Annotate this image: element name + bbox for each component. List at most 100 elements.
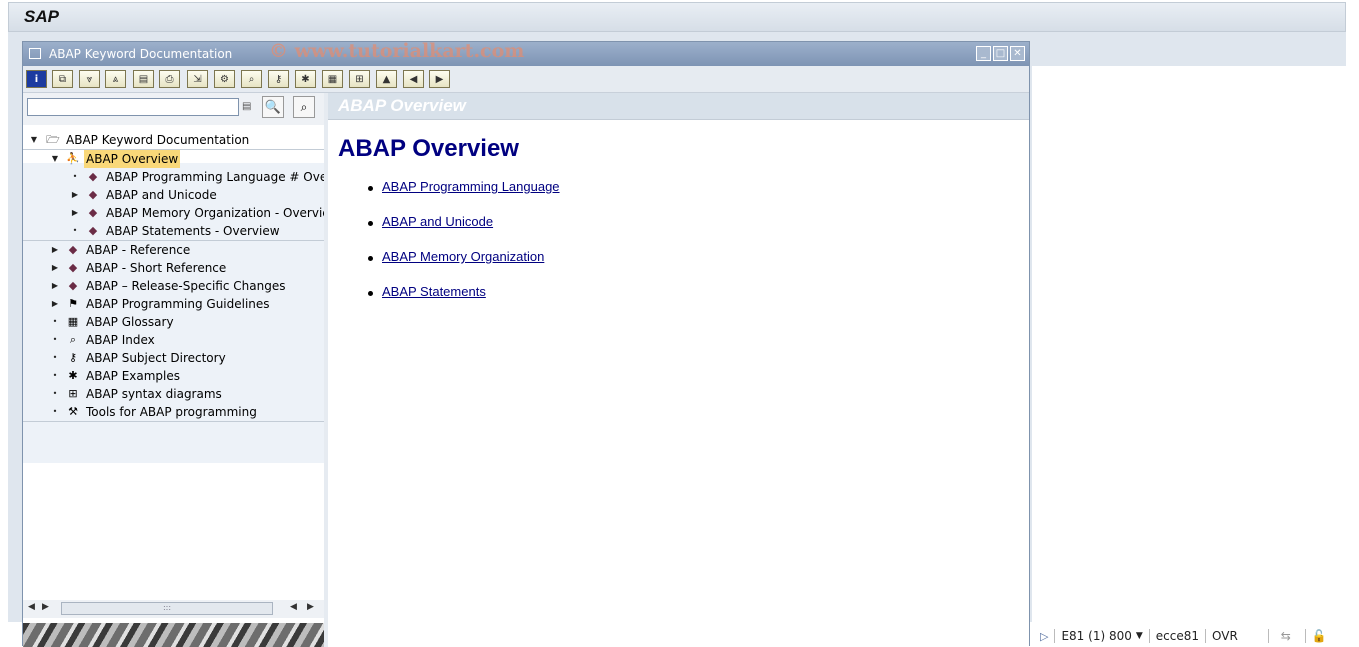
tree-item-unicode[interactable]: ▶ ◆ ABAP and Unicode (23, 186, 324, 204)
chevron-down-icon[interactable]: ▼ (29, 131, 39, 149)
glossary-icon: ▦ (67, 315, 79, 328)
tree-item-programming-language[interactable]: • ◆ ABAP Programming Language # Overview (23, 168, 324, 186)
key-icon[interactable]: ⚷ (268, 70, 289, 88)
list-item: ABAP Programming Language (368, 179, 560, 214)
examples-icon[interactable]: ✱ (295, 70, 316, 88)
search-input[interactable] (27, 98, 239, 116)
print-icon[interactable]: ⎙ (159, 70, 180, 88)
window-titlebar[interactable]: ABAP Keyword Documentation © www.tutoria… (23, 40, 1029, 66)
list-item: ABAP Statements (368, 284, 560, 319)
status-play-icon[interactable]: ▷ (1040, 630, 1048, 643)
link-unicode[interactable]: ABAP and Unicode (382, 214, 493, 229)
book-icon: ◆ (68, 279, 78, 292)
divider (1267, 629, 1269, 643)
copy-icon[interactable]: ⧉ (52, 70, 73, 88)
navigation-pane: ▤ 🔍 ⌕ ▼ 🗁 ABAP Keyword Documentation ▼ ⛹… (23, 93, 324, 647)
minimize-button[interactable]: _ (976, 46, 991, 61)
tree-item-memory[interactable]: ▶ ◆ ABAP Memory Organization - Overview (23, 204, 324, 222)
tree-item-index[interactable]: • ⌕ ABAP Index (23, 331, 324, 349)
print-preview-icon[interactable]: ▤ (133, 70, 154, 88)
content-header-title: ABAP Overview (338, 96, 466, 115)
sap-header-bar: SAP (8, 2, 1346, 32)
value-help-icon[interactable]: ▤ (242, 101, 251, 112)
index-icon: ⌕ (69, 333, 77, 346)
tree-item-tools[interactable]: • ⚒ Tools for ABAP programming (23, 403, 324, 422)
tree-root[interactable]: ▼ 🗁 ABAP Keyword Documentation (23, 131, 324, 150)
scroll-right-icon[interactable]: ▶ (307, 602, 314, 612)
chevron-right-icon[interactable]: ▶ (50, 277, 60, 295)
link-statements[interactable]: ABAP Statements (382, 284, 486, 299)
status-mode[interactable]: OVR (1212, 629, 1238, 643)
book-icon: ◆ (88, 206, 98, 219)
search-next-button[interactable]: ⌕ (293, 96, 315, 118)
examples-icon: ✱ (68, 369, 78, 382)
up-icon[interactable]: ▲ (376, 70, 397, 88)
maximize-button[interactable]: □ (993, 46, 1008, 61)
divider (1148, 629, 1150, 643)
flag-icon: ⚑ (68, 297, 78, 310)
book-icon: ◆ (88, 170, 98, 183)
tree-item-statements[interactable]: • ◆ ABAP Statements - Overview (23, 222, 324, 241)
content-pane: ABAP Overview ABAP Overview ABAP Program… (328, 93, 1029, 647)
link-memory-organization[interactable]: ABAP Memory Organization (382, 249, 544, 264)
tree-item-label: ABAP Programming Guidelines (86, 297, 270, 311)
toolbar: i ⧉ ⩔ ⩓ ▤ ⎙ ⇲ ⚙ ⌕ ⚷ ✱ ▦ ⊞ ▲ ◀ ▶ (23, 66, 1029, 93)
tree-item-release-changes[interactable]: ▶ ◆ ABAP – Release-Specific Changes (23, 277, 324, 295)
tree-item-label: ABAP Examples (86, 369, 181, 383)
tools-icon: ⚒ (68, 405, 78, 418)
close-button[interactable]: ✕ (1010, 46, 1025, 61)
tree-item-label: ABAP - Short Reference (86, 261, 227, 275)
tree-item-glossary[interactable]: • ▦ ABAP Glossary (23, 313, 324, 331)
scroll-thumb[interactable]: ::: (61, 602, 273, 615)
status-server: ecce81 (1155, 629, 1200, 643)
scroll-left-icon[interactable]: ◀ (290, 602, 297, 612)
tree-item-guidelines[interactable]: ▶ ⚑ ABAP Programming Guidelines (23, 295, 324, 313)
person-icon: ⛹ (66, 152, 80, 165)
export-icon[interactable]: ⇲ (187, 70, 208, 88)
list-item: ABAP and Unicode (368, 214, 560, 249)
scroll-left-icon[interactable]: ◀ (28, 602, 35, 612)
scroll-right-icon[interactable]: ▶ (42, 602, 49, 612)
tree-item-label: ABAP – Release-Specific Changes (86, 279, 286, 293)
chevron-right-icon[interactable]: ▶ (70, 204, 80, 222)
lock-icon[interactable]: 🔓 (1312, 629, 1327, 643)
page-title: ABAP Overview (338, 135, 519, 162)
watermark: © www.tutorialkart.com (269, 40, 525, 62)
chevron-down-icon[interactable]: ▼ (50, 150, 60, 168)
chevron-right-icon[interactable]: ▶ (50, 295, 60, 313)
horizontal-scrollbar[interactable]: ◀ ▶ ::: ◀ ▶ (23, 600, 324, 618)
search-button[interactable]: 🔍 (262, 96, 284, 118)
overview-links: ABAP Programming Language ABAP and Unico… (368, 179, 560, 319)
hierarchy-icon: ⊞ (68, 387, 78, 400)
chevron-right-icon[interactable]: ▶ (70, 186, 80, 204)
desktop-panel (1032, 66, 1359, 622)
decorative-image (23, 623, 324, 647)
settings-icon[interactable]: ⚙ (214, 70, 235, 88)
chevron-right-icon[interactable]: ▶ (50, 241, 60, 259)
expand-all-icon[interactable]: ⩔ (79, 70, 100, 88)
tree-item-reference[interactable]: ▶ ◆ ABAP - Reference (23, 241, 324, 259)
chevron-right-icon[interactable]: ▶ (50, 259, 60, 277)
info-icon[interactable]: i (26, 70, 47, 88)
tree-item-short-reference[interactable]: ▶ ◆ ABAP - Short Reference (23, 259, 324, 277)
bullet-icon: • (52, 371, 58, 380)
back-icon[interactable]: ◀ (403, 70, 424, 88)
doc-tree: ▼ 🗁 ABAP Keyword Documentation ▼ ⛹ ABAP … (23, 131, 324, 422)
tree-item-examples[interactable]: • ✱ ABAP Examples (23, 367, 324, 385)
bullet-icon: • (52, 407, 58, 416)
tree-item-syntax-diagrams[interactable]: • ⊞ ABAP syntax diagrams (23, 385, 324, 403)
find-icon[interactable]: ⌕ (241, 70, 262, 88)
book-icon: ◆ (68, 261, 78, 274)
status-system[interactable]: E81 (1) 800 (1061, 629, 1131, 643)
collapse-all-icon[interactable]: ⩓ (105, 70, 126, 88)
tree-item-label: ABAP Memory Organization - Overview (106, 206, 324, 220)
link-programming-language[interactable]: ABAP Programming Language (382, 179, 560, 194)
glossary-icon[interactable]: ▦ (322, 70, 343, 88)
divider (1304, 629, 1306, 643)
syntax-diagram-icon[interactable]: ⊞ (349, 70, 370, 88)
forward-icon[interactable]: ▶ (429, 70, 450, 88)
chevron-down-icon[interactable]: ▼ (1136, 631, 1143, 641)
tree-item-overview[interactable]: ▼ ⛹ ABAP Overview (23, 150, 324, 168)
tree-item-subject-directory[interactable]: • ⚷ ABAP Subject Directory (23, 349, 324, 367)
window-icon (29, 48, 41, 59)
